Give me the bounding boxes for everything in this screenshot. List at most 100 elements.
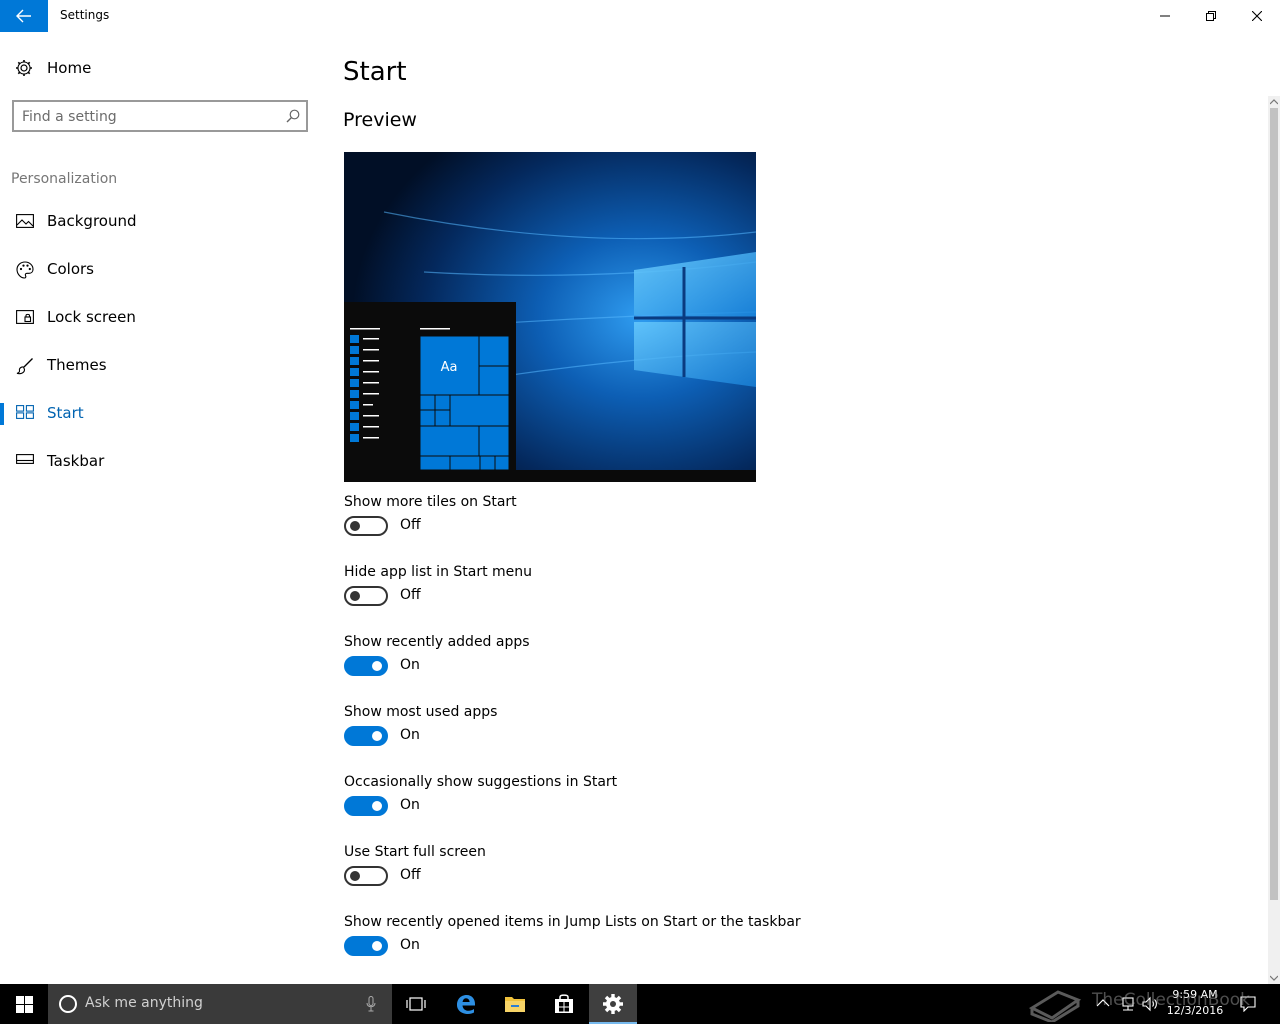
start-preview-illustration: Aa [344,152,756,482]
home-label: Home [47,59,92,77]
preview-tiles [419,328,510,471]
edge-icon [457,995,475,1014]
window-title: Settings [60,8,110,22]
task-view-icon [406,997,426,1011]
toggle-most-used-apps[interactable] [344,726,388,746]
restore-button[interactable] [1188,0,1234,32]
search-icon[interactable] [286,109,300,123]
toggle-state: Off [400,517,421,533]
sidebar-item-label: Themes [47,356,107,374]
network-icon[interactable] [1120,996,1136,1012]
page-title: Start [343,57,407,87]
sidebar-item-label: Background [47,212,137,230]
store-button[interactable] [540,984,588,1024]
toggle-knob [350,521,360,531]
toggle-state: Off [400,867,421,883]
preview-heading: Preview [343,109,417,131]
sidebar-item-themes[interactable]: Themes [0,345,320,385]
nav-home[interactable]: Home [12,56,312,82]
toggle-knob [350,871,360,881]
toggle-knob [372,801,382,811]
scroll-up-arrow-icon[interactable] [1270,98,1278,106]
toggle-suggestions[interactable] [344,796,388,816]
toggle-show-more-tiles[interactable] [344,516,388,536]
toggle-hide-app-list[interactable] [344,586,388,606]
title-bar: Settings [0,0,1280,32]
file-explorer-button[interactable] [491,984,539,1024]
toggle-state: Off [400,587,421,603]
settings-gear-icon [603,994,623,1014]
toggle-recently-added-apps[interactable] [344,656,388,676]
scroll-down-arrow-icon[interactable] [1270,974,1278,982]
microphone-icon[interactable] [366,996,376,1012]
vertical-scrollbar[interactable] [1268,96,1280,984]
volume-icon[interactable] [1142,996,1158,1012]
toggle-jump-lists[interactable] [344,936,388,956]
close-button[interactable] [1234,0,1280,32]
restore-icon [1206,11,1216,21]
folder-icon [505,997,525,1012]
toggle-knob [350,591,360,601]
setting-most-used-apps: Show most used apps On [344,704,944,766]
gear-icon [16,60,32,76]
edge-browser-button[interactable] [442,984,490,1024]
toggle-state: On [400,937,420,953]
clock-date: 12/3/2016 [1166,1004,1224,1017]
setting-label: Show most used apps [344,704,498,720]
palette-icon [16,261,34,279]
setting-label: Show recently opened items in Jump Lists… [344,914,801,930]
back-button[interactable] [0,0,48,32]
sidebar-item-background[interactable]: Background [0,201,320,241]
cortana-search-text: Ask me anything [85,995,203,1011]
system-clock[interactable]: 9:59 AM 12/3/2016 [1162,987,1228,1019]
task-view-button[interactable] [392,984,440,1024]
setting-label: Occasionally show suggestions in Start [344,774,618,790]
windows-logo-icon [16,996,33,1013]
toggle-knob [372,661,382,671]
setting-suggestions: Occasionally show suggestions in Start O… [344,774,944,836]
setting-show-more-tiles: Show more tiles on Start Off [344,494,944,556]
setting-label: Show more tiles on Start [344,494,517,510]
search-input[interactable] [22,107,272,127]
setting-full-screen: Use Start full screen Off [344,844,944,906]
sidebar-item-label: Lock screen [47,308,136,326]
setting-hide-app-list: Hide app list in Start menu Off [344,564,944,626]
toggle-knob [372,731,382,741]
toggle-state: On [400,657,420,673]
minimize-icon [1160,15,1170,17]
sidebar-item-lock-screen[interactable]: Lock screen [0,297,320,337]
toggle-state: On [400,727,420,743]
start-button[interactable] [0,984,48,1024]
setting-jump-lists: Show recently opened items in Jump Lists… [344,914,944,976]
section-heading-personalization: Personalization [11,171,118,187]
brush-icon [16,358,33,375]
settings-taskbar-button[interactable] [589,984,637,1024]
show-hidden-icons-chevron-icon[interactable] [1096,996,1110,1010]
setting-label: Use Start full screen [344,844,486,860]
toggle-knob [372,941,382,951]
cortana-icon [59,995,77,1013]
settings-search-box[interactable] [12,100,308,132]
start-preview-image: Aa [344,152,756,482]
sidebar-item-start[interactable]: Start [0,393,320,433]
sidebar-item-colors[interactable]: Colors [0,249,320,289]
preview-tile-label: Aa [441,360,458,375]
taskbar: Ask me anything 9:59 AM 12/3/2016 [0,984,1280,1024]
sidebar-item-label: Taskbar [47,452,105,470]
close-icon [1252,11,1262,21]
sidebar-item-label: Start [47,404,84,422]
toggle-full-screen[interactable] [344,866,388,886]
minimize-button[interactable] [1142,0,1188,32]
setting-label: Hide app list in Start menu [344,564,533,580]
picture-icon [16,214,34,228]
lock-screen-icon [16,310,34,324]
sidebar-item-taskbar[interactable]: Taskbar [0,441,320,481]
clock-time: 9:59 AM [1172,988,1218,1001]
action-center-icon[interactable] [1240,996,1256,1012]
scrollbar-thumb[interactable] [1270,108,1278,900]
taskbar-icon [16,454,34,464]
setting-label: Show recently added apps [344,634,530,650]
cortana-search-box[interactable]: Ask me anything [48,984,392,1024]
back-arrow-icon [16,9,31,23]
store-bag-icon [555,994,573,1013]
